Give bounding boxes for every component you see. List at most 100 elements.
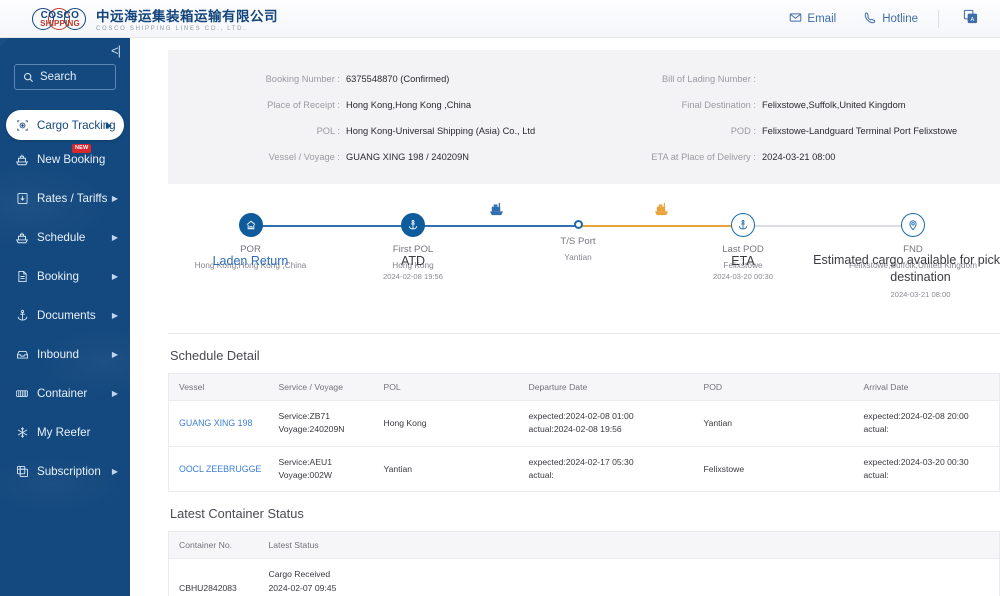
sidebar-item-label: Container bbox=[37, 387, 88, 400]
arrival-actual: actual: bbox=[863, 424, 889, 435]
ship-icon bbox=[14, 153, 30, 167]
translate-icon: A bbox=[963, 9, 978, 29]
column-header-latest-status: Latest Status bbox=[258, 531, 1000, 560]
info-row: Booking Number : 6375548870 (Confirmed) bbox=[168, 66, 584, 92]
sidebar-item-label: Subscription bbox=[37, 465, 101, 478]
timeline-node-title: T/S Port bbox=[560, 236, 596, 247]
booking-info-right: Bill of Lading Number : Final Destinatio… bbox=[584, 66, 1000, 170]
chevron-right-icon: ▶ bbox=[111, 272, 118, 281]
vessel-link[interactable]: GUANG XING 198 bbox=[179, 418, 252, 428]
sidebar-item-label: Rates / Tariffs bbox=[37, 192, 108, 205]
sidebar-item-schedule[interactable]: Schedule ▶ bbox=[0, 218, 130, 257]
sidebar-item-container[interactable]: Container ▶ bbox=[0, 374, 130, 413]
app-header: COSCO SHIPPING 中远海运集装箱运输有限公司 COSCO SHIPP… bbox=[0, 0, 1000, 38]
arrival-expected: expected:2024-03-20 00:30 bbox=[863, 456, 969, 467]
home-icon bbox=[238, 213, 263, 237]
main-content: Booking Number : 6375548870 (Confirmed) … bbox=[130, 38, 1000, 596]
snowflake-icon bbox=[14, 426, 30, 439]
sidebar-item-label: Cargo Tracking bbox=[37, 118, 116, 132]
timeline-event-title[interactable]: Laden Return bbox=[178, 254, 323, 268]
column-header-pol: POL bbox=[373, 373, 519, 401]
sidebar-item-my-reefer[interactable]: My Reefer bbox=[0, 413, 130, 452]
info-label: ETA at Place of Delivery : bbox=[651, 152, 756, 162]
info-row: Place of Receipt : Hong Kong,Hong Kong ,… bbox=[168, 92, 584, 118]
chevron-right-icon: ▶ bbox=[111, 233, 118, 242]
info-value: Hong Kong-Universal Shipping (Asia) Co.,… bbox=[346, 126, 536, 136]
email-button[interactable]: Email bbox=[775, 0, 850, 38]
info-row: Final Destination : Felixstowe,Suffolk,U… bbox=[584, 92, 1000, 118]
info-value: GUANG XING 198 / 240209N bbox=[346, 152, 469, 162]
cell-service-voyage: Service:AEU1 Voyage:002W bbox=[269, 446, 374, 492]
column-header-pod: POD bbox=[693, 373, 854, 401]
info-value: Felixstowe,Suffolk,United Kingdom bbox=[762, 100, 906, 110]
inbox-icon bbox=[14, 348, 30, 361]
cargo-tracking-icon bbox=[14, 119, 30, 132]
sidebar-item-booking[interactable]: Booking ▶ bbox=[0, 257, 130, 296]
info-value: 2024-03-21 08:00 bbox=[762, 152, 836, 162]
dot-icon bbox=[573, 220, 583, 229]
info-label: POL : bbox=[316, 126, 340, 136]
search-input[interactable]: Search bbox=[14, 64, 116, 90]
departure-actual: actual: bbox=[528, 469, 554, 480]
search-placeholder: Search bbox=[40, 71, 77, 83]
column-header-container-no: Container No. bbox=[168, 531, 259, 560]
info-label: Bill of Lading Number : bbox=[661, 74, 756, 84]
booking-info-left: Booking Number : 6375548870 (Confirmed) … bbox=[168, 66, 584, 170]
brand-name-en: COSCO SHIPPING LINES CO., LTD. bbox=[96, 26, 247, 32]
booking-doc-icon bbox=[14, 270, 30, 283]
page-root: COSCO SHIPPING 中远海运集装箱运输有限公司 COSCO SHIPP… bbox=[0, 0, 1000, 596]
timeline-event-laden-return[interactable]: Laden Return bbox=[178, 254, 323, 272]
phone-icon bbox=[864, 11, 877, 27]
brand-logo[interactable]: COSCO SHIPPING 中远海运集装箱运输有限公司 COSCO SHIPP… bbox=[30, 5, 278, 32]
cell-arrival-date: expected:2024-02-08 20:00 actual: bbox=[853, 400, 1000, 447]
departure-expected: expected:2024-02-17 05:30 bbox=[528, 456, 634, 467]
info-label: POD : bbox=[730, 126, 756, 136]
info-label: Vessel / Voyage : bbox=[268, 152, 340, 162]
voyage-text: Voyage:002W bbox=[278, 469, 333, 480]
hotline-button[interactable]: Hotline bbox=[850, 0, 932, 38]
table-row: GUANG XING 198 Service:ZB71 Voyage:24020… bbox=[168, 400, 1000, 447]
sidebar-item-subscription[interactable]: Subscription ▶ bbox=[0, 452, 130, 491]
vessel-link[interactable]: OOCL ZEEBRUGGE bbox=[179, 464, 261, 474]
location-pin-icon bbox=[901, 213, 925, 237]
table-header-row: Vessel Service / Voyage POL Departure Da… bbox=[168, 373, 1000, 401]
arrival-expected: expected:2024-02-08 20:00 bbox=[863, 411, 969, 421]
chevron-right-icon: ▶ bbox=[111, 389, 118, 398]
sidebar-item-rates-tariffs[interactable]: Rates / Tariffs ▶ bbox=[0, 179, 130, 218]
sidebar-item-cargo-tracking[interactable]: Cargo Tracking ▶ bbox=[6, 110, 124, 140]
container-icon bbox=[14, 387, 30, 400]
info-row: Vessel / Voyage : GUANG XING 198 / 24020… bbox=[168, 144, 584, 170]
timeline-event-date: 2024-03-20 00:30 bbox=[713, 272, 773, 281]
email-label: Email bbox=[807, 12, 837, 25]
sidebar-item-label: Inbound bbox=[37, 348, 79, 361]
table-header-row: Container No. Latest Status bbox=[168, 531, 1000, 560]
anchor-icon bbox=[14, 309, 30, 322]
sidebar-item-label: Schedule bbox=[37, 231, 86, 244]
service-text: Service:ZB71 bbox=[278, 411, 331, 421]
timeline-event-date: 2024-03-21 08:00 bbox=[890, 289, 951, 299]
schedule-detail-title: Schedule Detail bbox=[170, 348, 260, 363]
latest-container-status-title: Latest Container Status bbox=[170, 506, 304, 522]
cell-pod: Yantian bbox=[693, 400, 854, 447]
info-label: Booking Number : bbox=[265, 74, 340, 84]
status-date: 2024-02-07 09:45 bbox=[268, 582, 337, 593]
sidebar-item-inbound[interactable]: Inbound ▶ bbox=[0, 335, 130, 374]
column-header-vessel: Vessel bbox=[168, 373, 269, 401]
header-divider bbox=[938, 9, 939, 28]
info-label: Final Destination : bbox=[681, 100, 756, 110]
service-text: Service:AEU1 bbox=[278, 456, 333, 467]
cell-container-no: CBHU2842083 40RQ bbox=[169, 559, 259, 596]
sidebar-item-label: New Booking bbox=[37, 153, 106, 166]
anchor-icon bbox=[731, 213, 755, 237]
chevron-right-icon: ▶ bbox=[111, 311, 118, 320]
header-actions: Email Hotline A bbox=[775, 0, 1000, 38]
sidebar-item-documents[interactable]: Documents ▶ bbox=[0, 296, 130, 335]
sidebar-collapse-button[interactable]: <| bbox=[111, 44, 121, 57]
subscription-icon bbox=[14, 465, 30, 478]
table-row: OOCL ZEEBRUGGE Service:AEU1 Voyage:002W … bbox=[169, 446, 1000, 492]
brand-name-cn: 中远海运集装箱运输有限公司 bbox=[96, 9, 278, 24]
cell-latest-status: Cargo Received 2024-02-07 09:45 Transpor… bbox=[259, 559, 1000, 596]
language-switch-button[interactable]: A bbox=[945, 9, 1000, 29]
envelope-icon bbox=[789, 11, 802, 27]
sidebar-item-new-booking[interactable]: New Booking NEW bbox=[0, 140, 130, 179]
